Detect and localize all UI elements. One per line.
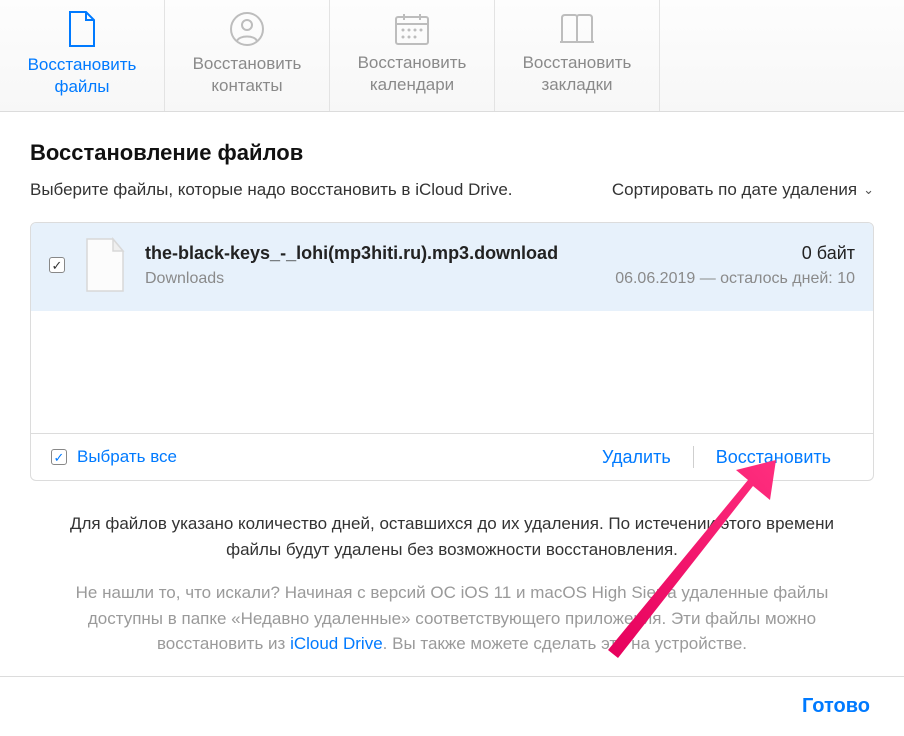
delete-button[interactable]: Удалить bbox=[580, 447, 693, 468]
page-title: Восстановление файлов bbox=[30, 140, 874, 166]
footer-info-deletion: Для файлов указано количество дней, оста… bbox=[70, 511, 834, 562]
tab-restore-calendars[interactable]: Восстановить календари bbox=[330, 0, 495, 111]
tab-restore-contacts[interactable]: Восстановить контакты bbox=[165, 0, 330, 111]
file-icon bbox=[67, 10, 97, 48]
file-date-info: 06.06.2019 — осталось дней: 10 bbox=[615, 270, 855, 288]
content-area: Восстановление файлов Выберите файлы, ко… bbox=[0, 112, 904, 657]
calendar-icon bbox=[393, 12, 431, 46]
footer-text: Для файлов указано количество дней, оста… bbox=[30, 511, 874, 657]
file-row[interactable]: the-black-keys_-_lohi(mp3hiti.ru).mp3.do… bbox=[31, 223, 873, 311]
restore-button[interactable]: Восстановить bbox=[694, 447, 853, 468]
bottom-bar: Готово bbox=[0, 676, 904, 736]
icloud-drive-link[interactable]: iCloud Drive bbox=[290, 634, 383, 653]
instruction-text: Выберите файлы, которые надо восстановит… bbox=[30, 180, 513, 200]
file-size: 0 байт bbox=[615, 243, 855, 264]
footer-help-part2: . Вы также можете сделать это на устройс… bbox=[383, 634, 747, 653]
tab-label: Восстановить файлы bbox=[28, 54, 137, 97]
tab-label: Восстановить закладки bbox=[523, 52, 632, 95]
done-button[interactable]: Готово bbox=[802, 695, 870, 718]
file-restore-panel: the-black-keys_-_lohi(mp3hiti.ru).mp3.do… bbox=[30, 222, 874, 481]
sort-label: Сортировать по дате удаления bbox=[612, 180, 857, 200]
tab-restore-bookmarks[interactable]: Восстановить закладки bbox=[495, 0, 660, 111]
file-location: Downloads bbox=[145, 270, 599, 288]
file-name: the-black-keys_-_lohi(mp3hiti.ru).mp3.do… bbox=[145, 243, 599, 264]
tab-bar: Восстановить файлы Восстановить контакты bbox=[0, 0, 904, 112]
tab-restore-files[interactable]: Восстановить файлы bbox=[0, 0, 165, 111]
select-all-checkbox[interactable] bbox=[51, 449, 67, 465]
action-bar: Выбрать все Удалить Восстановить bbox=[31, 434, 873, 480]
chevron-down-icon: ⌄ bbox=[863, 182, 874, 198]
contact-icon bbox=[229, 11, 265, 47]
document-icon bbox=[81, 237, 129, 293]
select-all[interactable]: Выбрать все bbox=[51, 447, 177, 467]
select-all-label: Выбрать все bbox=[77, 447, 177, 467]
tab-label: Восстановить контакты bbox=[193, 53, 302, 96]
tab-label: Восстановить календари bbox=[358, 52, 467, 95]
file-checkbox[interactable] bbox=[49, 257, 65, 273]
bookmark-icon bbox=[558, 12, 596, 46]
sort-dropdown[interactable]: Сортировать по дате удаления ⌄ bbox=[612, 180, 874, 200]
footer-info-help: Не нашли то, что искали? Начиная с верси… bbox=[70, 580, 834, 657]
